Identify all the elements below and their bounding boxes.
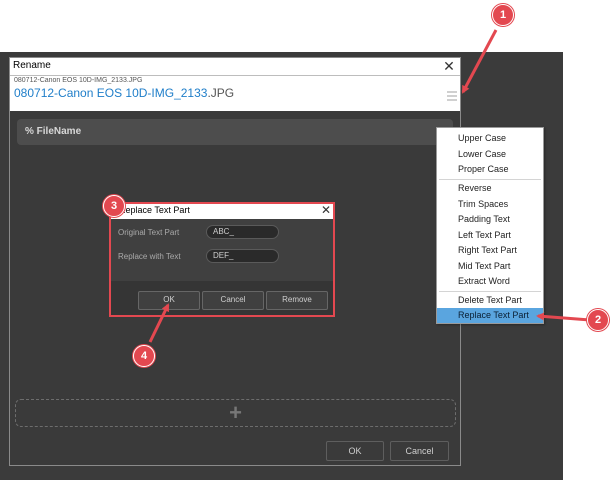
replace-text-label: Replace with Text (118, 252, 181, 261)
replace-text-part-dialog: Replace Text Part ✕ Original Text Part A… (109, 202, 335, 317)
menu-item-proper-case[interactable]: Proper Case (437, 162, 543, 177)
menu-item-lower-case[interactable]: Lower Case (437, 147, 543, 162)
menu-separator (439, 291, 541, 292)
menu-item-trim-spaces[interactable]: Trim Spaces (437, 197, 543, 212)
dialog-ok-button[interactable]: OK (138, 291, 200, 310)
add-rule-area[interactable]: + (15, 399, 456, 427)
rename-cancel-button[interactable]: Cancel (390, 441, 449, 461)
plus-icon: + (229, 400, 242, 425)
dialog-title: Replace Text Part (119, 205, 190, 215)
menu-item-reverse[interactable]: Reverse (437, 181, 543, 196)
menu-item-padding-text[interactable]: Padding Text (437, 212, 543, 227)
close-icon[interactable]: ✕ (441, 57, 457, 75)
callout-2: 2 (587, 309, 609, 331)
hamburger-menu-icon[interactable] (447, 91, 457, 101)
original-filename: 080712-Canon EOS 10D-IMG_2133.JPG (14, 77, 143, 84)
dialog-footer: OK Cancel Remove (111, 281, 333, 315)
callout-3: 3 (103, 195, 125, 217)
dialog-titlebar: Replace Text Part ✕ (111, 202, 333, 219)
filename-preview: 080712-Canon EOS 10D-IMG_2133.JPG 080712… (10, 76, 460, 111)
replace-text-input[interactable]: DEF_ (206, 249, 279, 263)
original-text-input[interactable]: ABC_ (206, 225, 279, 239)
callout-1: 1 (492, 4, 514, 26)
new-filename: 080712-Canon EOS 10D-IMG_2133.JPG (14, 86, 234, 100)
menu-item-left-text-part[interactable]: Left Text Part (437, 228, 543, 243)
menu-item-delete-text-part[interactable]: Delete Text Part (437, 293, 543, 308)
rename-titlebar: Rename ✕ (10, 58, 460, 76)
menu-item-right-text-part[interactable]: Right Text Part (437, 243, 543, 258)
dialog-cancel-button[interactable]: Cancel (202, 291, 264, 310)
rename-window-title: Rename (13, 60, 51, 71)
menu-item-extract-word[interactable]: Extract Word (437, 274, 543, 289)
close-icon[interactable]: ✕ (319, 202, 333, 218)
menu-item-replace-text-part[interactable]: Replace Text Part (437, 308, 543, 323)
dialog-remove-button[interactable]: Remove (266, 291, 328, 310)
filename-token-label: % FileName (25, 126, 82, 137)
callout-4: 4 (133, 345, 155, 367)
new-filename-ext: .JPG (207, 86, 235, 100)
menu-separator (439, 179, 541, 180)
original-text-label: Original Text Part (118, 228, 180, 237)
new-filename-name: 080712-Canon EOS 10D-IMG_2133 (14, 86, 208, 100)
menu-item-mid-text-part[interactable]: Mid Text Part (437, 259, 543, 274)
rename-ok-button[interactable]: OK (326, 441, 384, 461)
text-operations-menu: Upper Case Lower Case Proper Case Revers… (436, 127, 544, 324)
menu-item-upper-case[interactable]: Upper Case (437, 131, 543, 146)
filename-token-bar[interactable]: % FileName (17, 119, 453, 145)
